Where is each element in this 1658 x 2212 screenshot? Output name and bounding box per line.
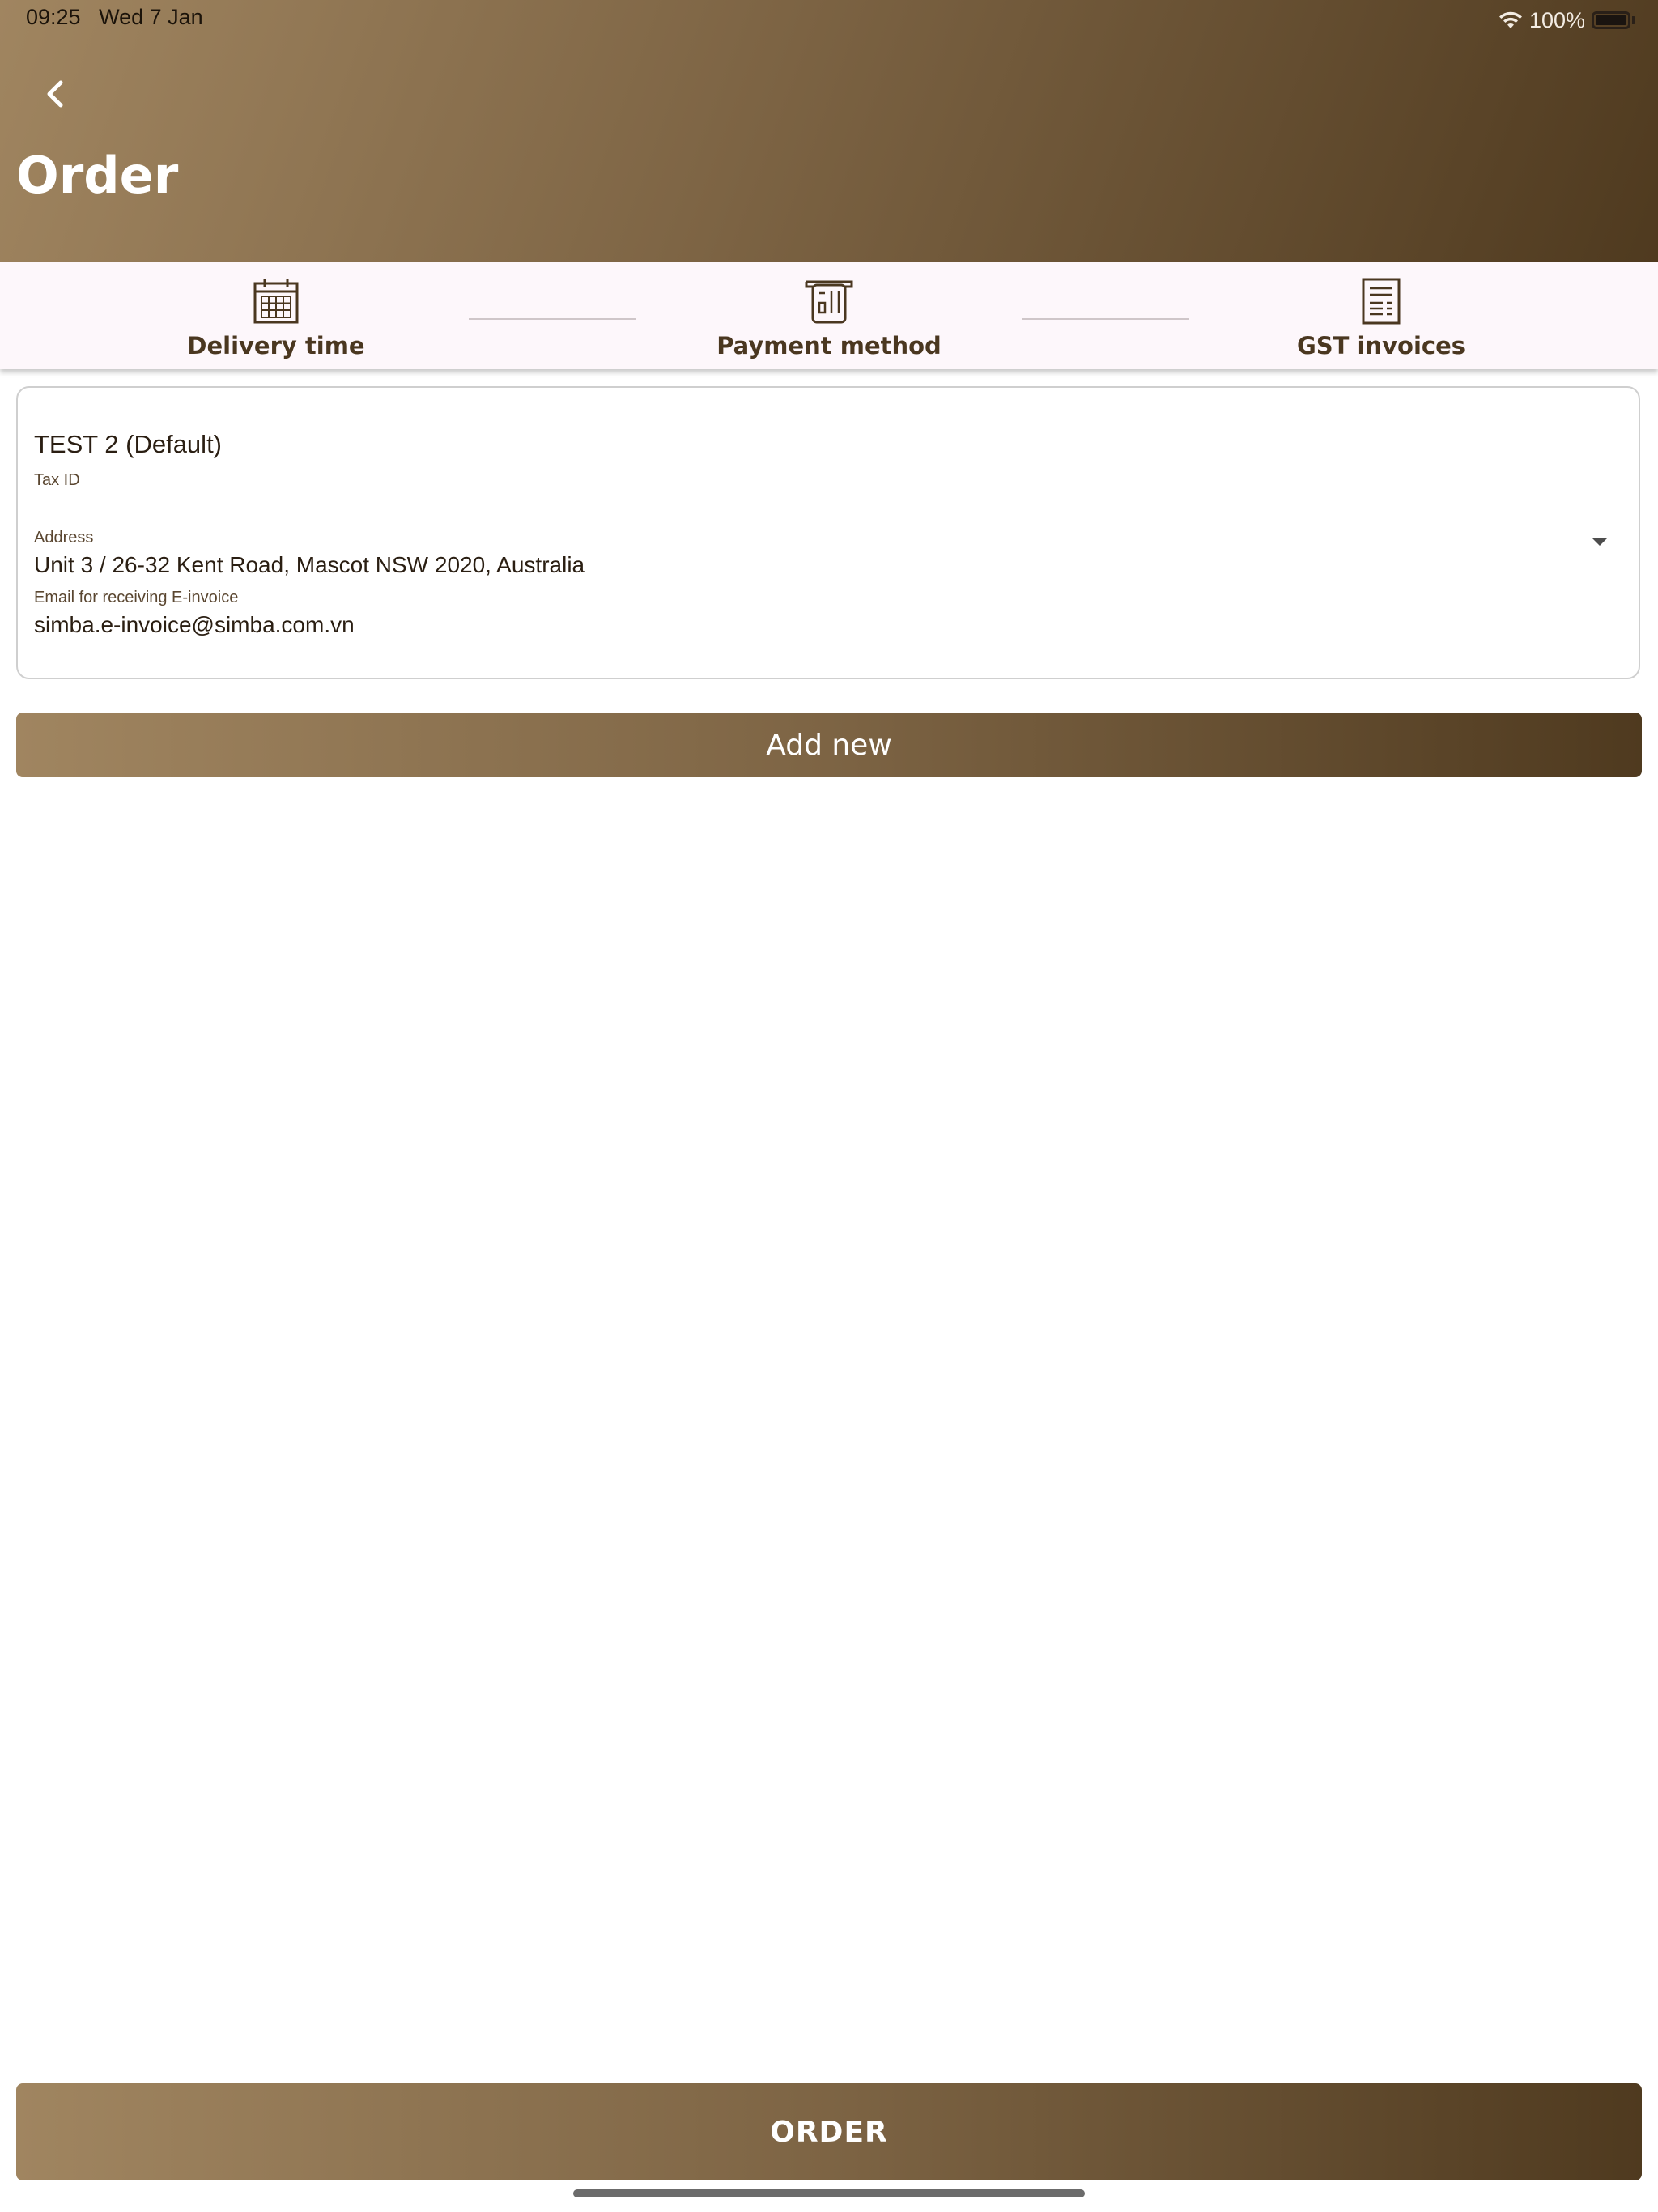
battery-percentage: 100% (1528, 7, 1585, 32)
step-connector (469, 318, 636, 320)
back-button[interactable] (32, 68, 78, 120)
step-connector (1022, 318, 1189, 320)
address-value: Unit 3 / 26-32 Kent Road, Mascot NSW 202… (34, 552, 585, 577)
tax-id-label: Tax ID (34, 471, 80, 489)
step-gst-invoices[interactable]: GST invoices (1219, 277, 1543, 359)
add-new-button[interactable]: Add new (16, 713, 1642, 777)
payment-terminal-icon (805, 280, 853, 324)
home-indicator[interactable] (573, 2189, 1085, 2197)
status-indicators: 100% (1499, 6, 1635, 34)
battery-icon (1592, 11, 1635, 29)
address-label: Address (34, 529, 94, 547)
page-title: Order (16, 146, 179, 205)
invoice-name: TEST 2 (Default) (34, 430, 223, 458)
step-label: Delivery time (187, 332, 365, 359)
email-value: simba.e-invoice@simba.com.vn (34, 612, 355, 637)
caret-down-icon (1592, 538, 1608, 546)
calendar-icon (253, 279, 299, 324)
header: 09:25 Wed 7 Jan 100% Order (0, 0, 1658, 262)
status-time: 09:25 Wed 7 Jan (26, 5, 203, 30)
status-time-value: 09:25 (26, 5, 81, 29)
wifi-icon (1499, 11, 1522, 28)
invoice-icon (1362, 278, 1401, 325)
step-label: Payment method (716, 332, 942, 359)
email-label: Email for receiving E-invoice (34, 589, 239, 606)
order-button[interactable]: ORDER (16, 2083, 1642, 2180)
step-payment-method[interactable]: Payment method (667, 277, 991, 359)
gst-invoice-card[interactable]: TEST 2 (Default) Tax ID Address Unit 3 /… (16, 386, 1640, 679)
chevron-left-icon (47, 80, 63, 108)
step-delivery-time[interactable]: Delivery time (114, 277, 438, 359)
step-label: GST invoices (1296, 332, 1466, 359)
status-date-value: Wed 7 Jan (99, 5, 203, 29)
app-screen: 09:25 Wed 7 Jan 100% Order Delivery time… (0, 0, 1658, 2212)
invoice-dropdown-button[interactable] (1584, 525, 1616, 558)
order-stepper: Delivery time Payment method GST invoice… (0, 262, 1658, 369)
